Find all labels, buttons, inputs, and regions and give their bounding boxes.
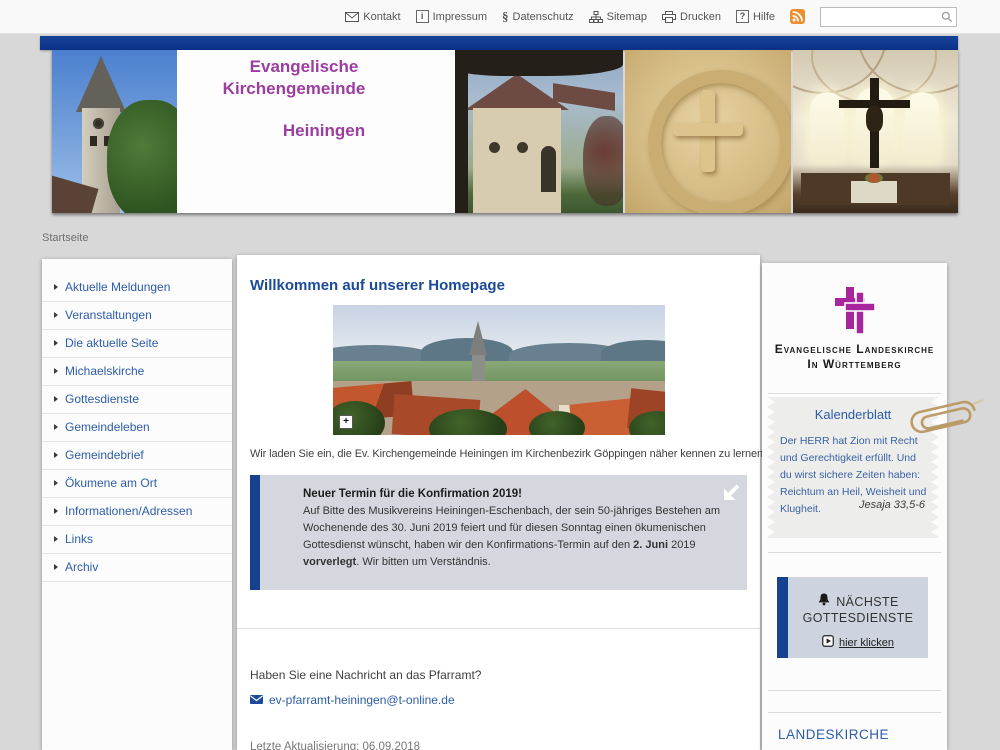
banner-photo-church-tower bbox=[52, 50, 177, 213]
paragraph-icon: § bbox=[502, 10, 509, 23]
banner-photo-stone-cross bbox=[625, 50, 791, 213]
right-sidebar: Evangelische Landeskirche In Württemberg… bbox=[762, 263, 947, 750]
search-icon bbox=[941, 10, 953, 28]
sidebar-divider bbox=[768, 690, 941, 691]
image-zoom-button[interactable]: + bbox=[339, 415, 353, 429]
logo-text-line1: Evangelische Landeskirche bbox=[762, 342, 947, 357]
utility-nav: Kontakt i Impressum § Datenschutz Sitema… bbox=[345, 0, 957, 33]
intro-text: Wir laden Sie ein, die Ev. Kirchengemein… bbox=[250, 448, 766, 460]
landeskirche-heading: LANDESKIRCHE bbox=[778, 727, 889, 742]
privacy-link[interactable]: § Datenschutz bbox=[502, 10, 574, 23]
sitemap-link[interactable]: Sitemap bbox=[589, 11, 647, 23]
sidebar-item-gemeindeleben[interactable]: Gemeindeleben bbox=[42, 414, 232, 442]
contact-link[interactable]: Kontakt bbox=[345, 11, 400, 23]
sidebar-item-informationen-adressen[interactable]: Informationen/Adressen bbox=[42, 498, 232, 526]
notice-box: Neuer Termin für die Konfirmation 2019! … bbox=[250, 475, 747, 590]
search-box bbox=[820, 7, 957, 27]
double-cross-icon bbox=[833, 324, 877, 341]
paperclip-icon bbox=[901, 391, 993, 446]
kalenderblatt-source: Jesaja 33,5-6 bbox=[859, 499, 925, 511]
sidebar-item-links[interactable]: Links bbox=[42, 526, 232, 554]
play-icon bbox=[822, 635, 834, 650]
banner-photo-church-archway bbox=[455, 50, 623, 213]
landeskirche-logo: Evangelische Landeskirche In Württemberg bbox=[762, 285, 947, 372]
sidebar-divider bbox=[768, 552, 941, 553]
services-link[interactable]: hier klicken bbox=[788, 635, 928, 650]
arrow-bullet-icon bbox=[54, 312, 58, 318]
breadcrumb[interactable]: Startseite bbox=[42, 232, 88, 244]
header-banner: Evangelische Kirchengemeinde Heiningen bbox=[52, 50, 958, 213]
site-title-line2: Kirchengemeinde bbox=[179, 79, 409, 99]
arrow-bullet-icon bbox=[54, 424, 58, 430]
sidebar-item-oekumene-am-ort[interactable]: Ökumene am Ort bbox=[42, 470, 232, 498]
notice-title: Neuer Termin für die Konfirmation 2019! bbox=[303, 488, 733, 500]
page: Kontakt i Impressum § Datenschutz Sitema… bbox=[0, 0, 1000, 750]
arrow-bullet-icon bbox=[54, 564, 58, 570]
email-link[interactable]: ev-pfarramt-heiningen@t-online.de bbox=[250, 693, 455, 707]
sidebar-item-veranstaltungen[interactable]: Veranstaltungen bbox=[42, 302, 232, 330]
contact-question: Haben Sie eine Nachricht an das Pfarramt… bbox=[250, 668, 481, 682]
next-services-box: NÄCHSTE GOTTESDIENSTE hier klicken bbox=[777, 577, 928, 658]
envelope-icon bbox=[345, 12, 359, 22]
arrow-bullet-icon bbox=[54, 340, 58, 346]
sidebar-item-archiv[interactable]: Archiv bbox=[42, 554, 232, 582]
arrow-bullet-icon bbox=[54, 368, 58, 374]
arrow-bullet-icon bbox=[54, 536, 58, 542]
content-divider bbox=[237, 628, 760, 629]
last-update-text: Letzte Aktualisierung: 06.09.2018 bbox=[250, 741, 420, 750]
utility-bar: Kontakt i Impressum § Datenschutz Sitema… bbox=[0, 0, 1000, 34]
bell-icon bbox=[817, 593, 831, 610]
help-icon: ? bbox=[736, 10, 749, 23]
main-navigation: Aktuelle Meldungen Veranstaltungen Die a… bbox=[42, 274, 232, 582]
site-title-line3: Heiningen bbox=[189, 121, 419, 141]
arrow-down-left-icon bbox=[720, 479, 742, 506]
site-title-line1: Evangelische bbox=[189, 57, 419, 77]
services-line2: GOTTESDIENSTE bbox=[788, 610, 928, 626]
arrow-bullet-icon bbox=[54, 452, 58, 458]
page-title: Willkommen auf unserer Homepage bbox=[250, 277, 505, 294]
help-link[interactable]: ? Hilfe bbox=[736, 10, 775, 23]
printer-icon bbox=[662, 11, 676, 23]
arrow-bullet-icon bbox=[54, 480, 58, 486]
banner-photo-church-interior bbox=[793, 50, 958, 213]
arrow-bullet-icon bbox=[54, 396, 58, 402]
arrow-bullet-icon bbox=[54, 284, 58, 290]
imprint-link[interactable]: i Impressum bbox=[416, 10, 487, 23]
header-accent-bar bbox=[40, 36, 958, 50]
notice-body: Auf Bitte des Musikvereins Heiningen-Esc… bbox=[303, 503, 733, 571]
sidebar-item-die-aktuelle-seite[interactable]: Die aktuelle Seite bbox=[42, 330, 232, 358]
email-address: ev-pfarramt-heiningen@t-online.de bbox=[269, 693, 455, 707]
left-sidebar: Aktuelle Meldungen Veranstaltungen Die a… bbox=[42, 259, 232, 750]
arrow-bullet-icon bbox=[54, 508, 58, 514]
village-panorama-image[interactable]: + bbox=[333, 305, 665, 435]
search-input[interactable] bbox=[820, 7, 957, 27]
services-line1: NÄCHSTE bbox=[836, 594, 899, 610]
sidebar-item-gemeindebrief[interactable]: Gemeindebrief bbox=[42, 442, 232, 470]
main-content: Willkommen auf unserer Homepage + Wir la… bbox=[237, 255, 760, 750]
sitemap-icon bbox=[589, 11, 603, 23]
logo-text-line2: In Württemberg bbox=[762, 357, 947, 372]
info-icon: i bbox=[416, 10, 429, 23]
print-link[interactable]: Drucken bbox=[662, 11, 721, 23]
site-title-box: Evangelische Kirchengemeinde Heiningen bbox=[177, 50, 455, 213]
rss-icon[interactable] bbox=[790, 9, 805, 24]
mail-icon bbox=[250, 693, 263, 707]
sidebar-divider bbox=[768, 712, 941, 713]
sidebar-item-michaelskirche[interactable]: Michaelskirche bbox=[42, 358, 232, 386]
sidebar-item-gottesdienste[interactable]: Gottesdienste bbox=[42, 386, 232, 414]
sidebar-item-aktuelle-meldungen[interactable]: Aktuelle Meldungen bbox=[42, 274, 232, 302]
